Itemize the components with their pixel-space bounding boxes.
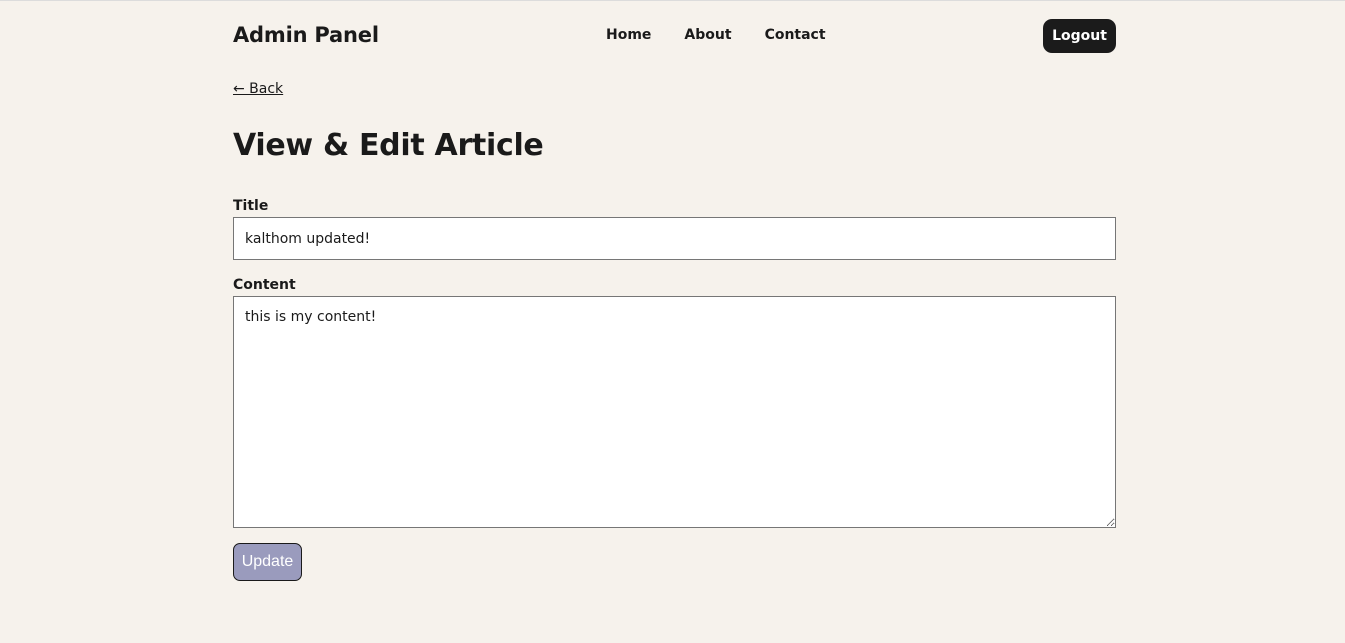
- title-input[interactable]: [233, 217, 1116, 260]
- page-container: Admin Panel Home About Contact Logout ← …: [233, 1, 1116, 643]
- nav-link-home[interactable]: Home: [606, 27, 651, 43]
- update-button[interactable]: Update: [233, 543, 302, 581]
- page-title: View & Edit Article: [233, 128, 544, 163]
- logout-button[interactable]: Logout: [1043, 19, 1116, 53]
- back-link[interactable]: ← Back: [233, 81, 283, 97]
- nav-link-about[interactable]: About: [684, 27, 731, 43]
- site-logo: Admin Panel: [233, 23, 379, 47]
- content-textarea[interactable]: this is my content!: [233, 296, 1116, 528]
- nav-link-contact[interactable]: Contact: [765, 27, 826, 43]
- site-header: Admin Panel Home About Contact Logout: [233, 18, 1116, 54]
- title-label: Title: [233, 198, 269, 214]
- content-label: Content: [233, 277, 296, 293]
- main-nav: Home About Contact: [606, 27, 826, 43]
